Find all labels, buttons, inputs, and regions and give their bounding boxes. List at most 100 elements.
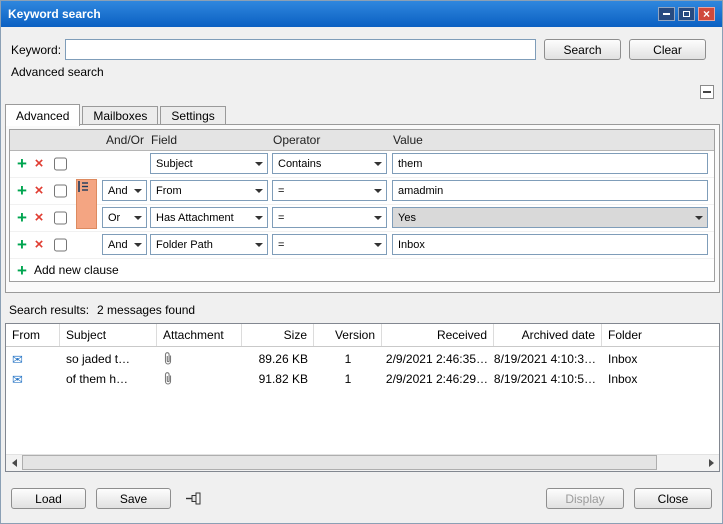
horizontal-scrollbar[interactable]	[6, 454, 719, 471]
clear-button[interactable]: Clear	[629, 39, 706, 60]
delete-clause-icon[interactable]: ×	[32, 182, 46, 200]
delete-clause-icon[interactable]: ×	[32, 236, 46, 254]
delete-clause-icon[interactable]: ×	[32, 209, 46, 227]
display-button[interactable]: Display	[546, 488, 624, 509]
clause-row-checkbox[interactable]	[54, 157, 67, 170]
column-header-from[interactable]: From	[6, 324, 60, 346]
pin-button[interactable]	[184, 490, 204, 507]
add-clause-icon[interactable]: +	[15, 182, 29, 200]
chevron-down-icon	[255, 189, 263, 193]
header-and-or: And/Or	[106, 133, 144, 147]
minimize-icon	[663, 13, 670, 15]
clause-row-checkbox[interactable]	[54, 211, 67, 224]
clause-row: + × Or Has Attachment = Yes	[10, 204, 714, 232]
column-header-size[interactable]: Size	[242, 324, 314, 346]
search-results-summary: Search results: 2 messages found	[9, 303, 195, 317]
chevron-down-icon	[255, 162, 263, 166]
group-icon	[77, 180, 90, 193]
result-version: 1	[314, 349, 382, 369]
operator-select[interactable]: =	[272, 180, 387, 201]
value-input[interactable]	[392, 153, 708, 174]
clause-group-bracket[interactable]	[76, 179, 97, 229]
result-version: 1	[314, 369, 382, 389]
paperclip-icon	[157, 369, 242, 389]
column-header-archived-date[interactable]: Archived date	[494, 324, 602, 346]
column-header-folder[interactable]: Folder	[602, 324, 720, 346]
column-header-version[interactable]: Version	[314, 324, 382, 346]
field-select[interactable]: Folder Path	[150, 234, 268, 255]
and-or-select[interactable]: And	[102, 234, 147, 255]
search-button[interactable]: Search	[544, 39, 621, 60]
clause-row: + × And From =	[10, 177, 714, 205]
field-select[interactable]: Has Attachment	[150, 207, 268, 228]
add-clause-icon[interactable]: +	[15, 155, 29, 173]
value-input[interactable]	[392, 234, 708, 255]
operator-select[interactable]: Contains	[272, 153, 387, 174]
scroll-right-button[interactable]	[703, 455, 719, 470]
tab-strip: Advanced Mailboxes Settings	[5, 104, 228, 126]
keyword-label: Keyword:	[11, 43, 61, 57]
result-folder: Inbox	[602, 349, 720, 369]
keyword-input[interactable]	[65, 39, 536, 60]
add-clause-icon[interactable]: +	[15, 236, 29, 254]
close-icon: ×	[703, 8, 710, 20]
minimize-button[interactable]	[658, 7, 675, 21]
tab-mailboxes[interactable]: Mailboxes	[82, 106, 158, 124]
search-results-label: Search results:	[9, 303, 89, 317]
result-received: 2/9/2021 2:46:35…	[382, 349, 494, 369]
arrow-right-icon	[709, 459, 714, 467]
chevron-down-icon	[134, 243, 142, 247]
envelope-icon: ✉	[12, 353, 23, 366]
maximize-button[interactable]	[678, 7, 695, 21]
add-new-clause-label: Add new clause	[34, 263, 119, 277]
keyword-search-window: Keyword search × Keyword: Search Clear A…	[0, 0, 723, 524]
add-clause-icon[interactable]: +	[15, 209, 29, 227]
operator-select[interactable]: =	[272, 207, 387, 228]
clause-grid-header: And/Or Field Operator Value	[10, 130, 714, 151]
tab-settings[interactable]: Settings	[160, 106, 225, 124]
load-button[interactable]: Load	[11, 488, 86, 509]
result-size: 89.26 KB	[242, 349, 314, 369]
collapse-panel-button[interactable]	[700, 85, 714, 99]
scroll-left-button[interactable]	[6, 455, 22, 470]
value-select[interactable]: Yes	[392, 207, 708, 228]
clause-row: + × Subject Contains	[10, 150, 714, 178]
value-input[interactable]	[392, 180, 708, 201]
field-select[interactable]: From	[150, 180, 268, 201]
header-operator: Operator	[273, 133, 320, 147]
result-row[interactable]: ✉ so jaded t… 89.26 KB 1 2/9/2021 2:46:3…	[6, 349, 719, 369]
minus-icon	[703, 91, 711, 93]
close-button[interactable]: Close	[634, 488, 712, 509]
column-header-received[interactable]: Received	[382, 324, 494, 346]
chevron-down-icon	[374, 162, 382, 166]
column-header-attachment[interactable]: Attachment	[157, 324, 242, 346]
result-archived-date: 8/19/2021 4:10:5…	[494, 369, 602, 389]
save-button[interactable]: Save	[96, 488, 171, 509]
maximize-icon	[683, 11, 690, 17]
clause-row-checkbox[interactable]	[54, 238, 67, 251]
pushpin-icon	[186, 491, 203, 506]
and-or-select[interactable]: And	[102, 180, 147, 201]
delete-clause-icon[interactable]: ×	[32, 155, 46, 173]
chevron-down-icon	[374, 243, 382, 247]
advanced-search-label[interactable]: Advanced search	[11, 65, 104, 79]
chevron-down-icon	[695, 216, 703, 220]
clause-row: + × And Folder Path =	[10, 231, 714, 259]
column-header-subject[interactable]: Subject	[60, 324, 157, 346]
result-archived-date: 8/19/2021 4:10:3…	[494, 349, 602, 369]
window-title: Keyword search	[8, 7, 101, 21]
add-new-clause[interactable]: + Add new clause	[10, 258, 714, 282]
scrollbar-thumb[interactable]	[22, 455, 657, 470]
chevron-down-icon	[255, 216, 263, 220]
operator-select[interactable]: =	[272, 234, 387, 255]
envelope-icon: ✉	[12, 373, 23, 386]
and-or-select[interactable]: Or	[102, 207, 147, 228]
field-select[interactable]: Subject	[150, 153, 268, 174]
tab-advanced[interactable]: Advanced	[5, 104, 80, 126]
result-row[interactable]: ✉ of them h… 91.82 KB 1 2/9/2021 2:46:29…	[6, 369, 719, 389]
clause-row-checkbox[interactable]	[54, 184, 67, 197]
titlebar[interactable]: Keyword search ×	[1, 1, 722, 27]
close-window-button[interactable]: ×	[698, 7, 715, 21]
header-field: Field	[151, 133, 177, 147]
chevron-down-icon	[134, 189, 142, 193]
